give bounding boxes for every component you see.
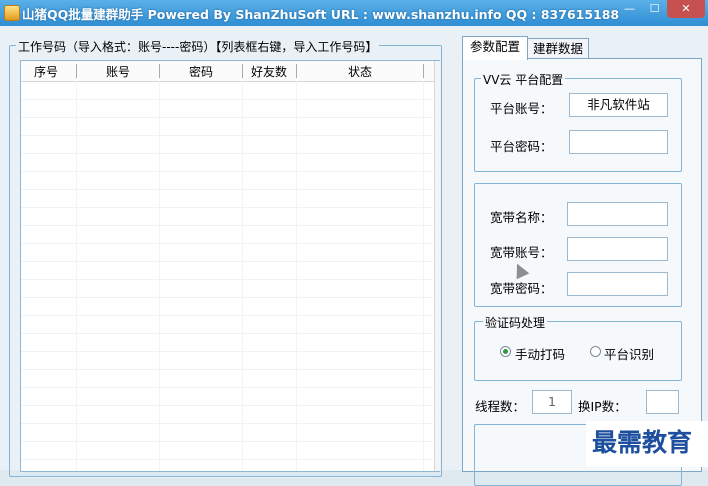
- table-row[interactable]: [21, 279, 433, 280]
- close-button[interactable]: ✕: [667, 0, 705, 18]
- watermark-stamp: 最需教育: [586, 421, 708, 467]
- table-row[interactable]: [21, 117, 433, 118]
- window-title: 山猪QQ批量建群助手 Powered By ShanZhuSoft URL : …: [22, 7, 620, 22]
- table-row[interactable]: [21, 99, 433, 100]
- threads-input[interactable]: 1: [532, 390, 572, 414]
- broadband-name-input[interactable]: [567, 202, 668, 226]
- captcha-group-title: 验证码处理: [483, 314, 548, 331]
- manual-captcha-label[interactable]: 手动打码: [515, 344, 565, 363]
- manual-captcha-radio[interactable]: [500, 346, 511, 357]
- platform-captcha-label[interactable]: 平台识别: [604, 344, 654, 363]
- radio-selected-dot: [503, 349, 508, 354]
- col-header-friends[interactable]: 好友数: [243, 63, 295, 80]
- table-row[interactable]: [21, 153, 433, 154]
- table-row[interactable]: [21, 369, 433, 370]
- column-divider: [296, 81, 297, 471]
- table-row[interactable]: [21, 171, 433, 172]
- platform-account-input[interactable]: 非凡软件站: [569, 93, 668, 117]
- broadband-password-input[interactable]: [567, 272, 668, 296]
- tab-group-data[interactable]: 建群数据: [527, 38, 589, 59]
- col-header-status[interactable]: 状态: [297, 63, 423, 80]
- platform-config-title: VV云 平台配置: [481, 71, 566, 88]
- column-divider: [242, 81, 243, 471]
- broadband-name-label: 宽带名称：: [490, 210, 553, 225]
- table-row[interactable]: [21, 297, 433, 298]
- column-divider: [76, 81, 77, 471]
- list-header: 序号 账号 密码 好友数 状态: [21, 61, 439, 82]
- threads-label: 线程数：: [475, 399, 526, 414]
- column-divider: [423, 81, 424, 471]
- table-row[interactable]: [21, 333, 433, 334]
- platform-account-label: 平台账号：: [490, 101, 553, 116]
- table-row[interactable]: [21, 189, 433, 190]
- table-row[interactable]: [21, 243, 433, 244]
- table-row[interactable]: [21, 423, 433, 424]
- broadband-account-label: 宽带账号：: [490, 245, 553, 260]
- work-number-group-title: 工作号码（导入格式：账号----密码）【列表框右键，导入工作号码】: [16, 38, 380, 55]
- broadband-account-input[interactable]: [567, 237, 668, 261]
- list-scrollbar[interactable]: [434, 61, 440, 471]
- col-header-account[interactable]: 账号: [77, 63, 159, 80]
- table-row[interactable]: [21, 405, 433, 406]
- table-row[interactable]: [21, 459, 433, 460]
- col-header-password[interactable]: 密码: [160, 63, 242, 80]
- table-row[interactable]: [21, 315, 433, 316]
- platform-captcha-radio[interactable]: [590, 346, 601, 357]
- col-header-index[interactable]: 序号: [21, 63, 71, 80]
- broadband-password-label: 宽带密码：: [490, 281, 553, 296]
- ip-change-input[interactable]: [646, 390, 679, 414]
- title-bar: 山猪QQ批量建群助手 Powered By ShanZhuSoft URL : …: [0, 0, 708, 26]
- table-row[interactable]: [21, 387, 433, 388]
- table-row[interactable]: [21, 261, 433, 262]
- table-row[interactable]: [21, 207, 433, 208]
- tab-parameter-config[interactable]: 参数配置: [462, 36, 528, 60]
- ip-change-label: 换IP数：: [578, 399, 627, 414]
- column-divider: [159, 81, 160, 471]
- table-row[interactable]: [21, 441, 433, 442]
- table-row[interactable]: [21, 477, 433, 478]
- table-row[interactable]: [21, 351, 433, 352]
- minimize-button[interactable]: —: [617, 0, 642, 18]
- app-logo-icon: [4, 5, 20, 21]
- maximize-button[interactable]: ☐: [642, 0, 667, 18]
- header-separator: [423, 64, 424, 78]
- platform-password-input[interactable]: [569, 130, 668, 154]
- table-row[interactable]: [21, 135, 433, 136]
- platform-password-label: 平台密码：: [490, 139, 553, 154]
- work-number-list[interactable]: 序号 账号 密码 好友数 状态: [20, 60, 440, 478]
- table-row[interactable]: [21, 225, 433, 226]
